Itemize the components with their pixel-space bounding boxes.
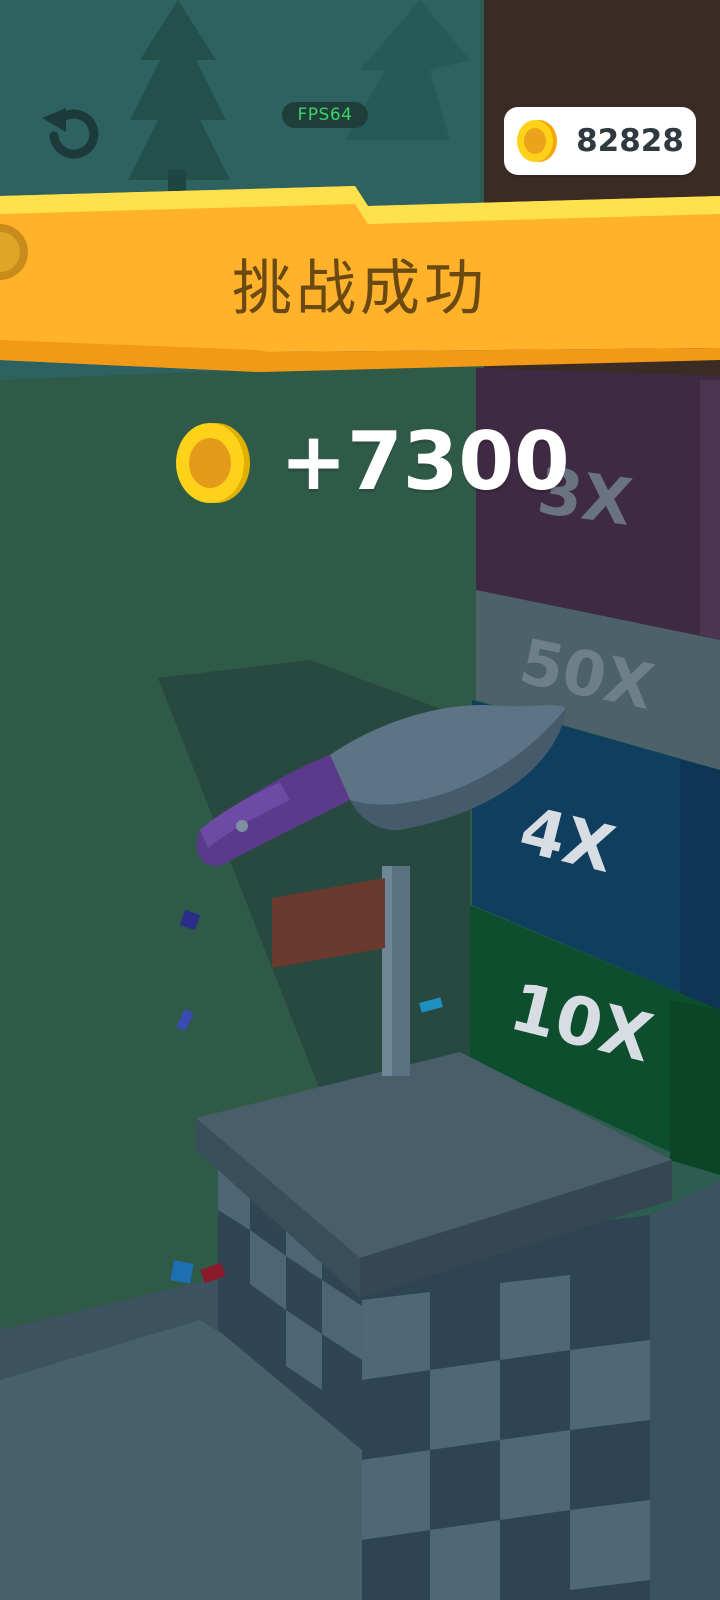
multiplier-tower: 3X 50X 4X 10X xyxy=(470,0,720,1175)
undo-icon xyxy=(42,108,99,159)
fps-counter: FPS64 xyxy=(282,102,368,128)
coin-icon xyxy=(176,423,250,503)
reward-amount: +7300 xyxy=(280,415,570,508)
coin-count: 82828 xyxy=(576,123,684,159)
coin-icon xyxy=(517,120,557,162)
coin-balance[interactable]: 82828 xyxy=(504,107,696,175)
success-title: 挑战成功 xyxy=(232,254,488,324)
restart-button[interactable] xyxy=(36,100,106,170)
confetti xyxy=(170,1260,194,1284)
reward-display: +7300 xyxy=(170,412,590,512)
